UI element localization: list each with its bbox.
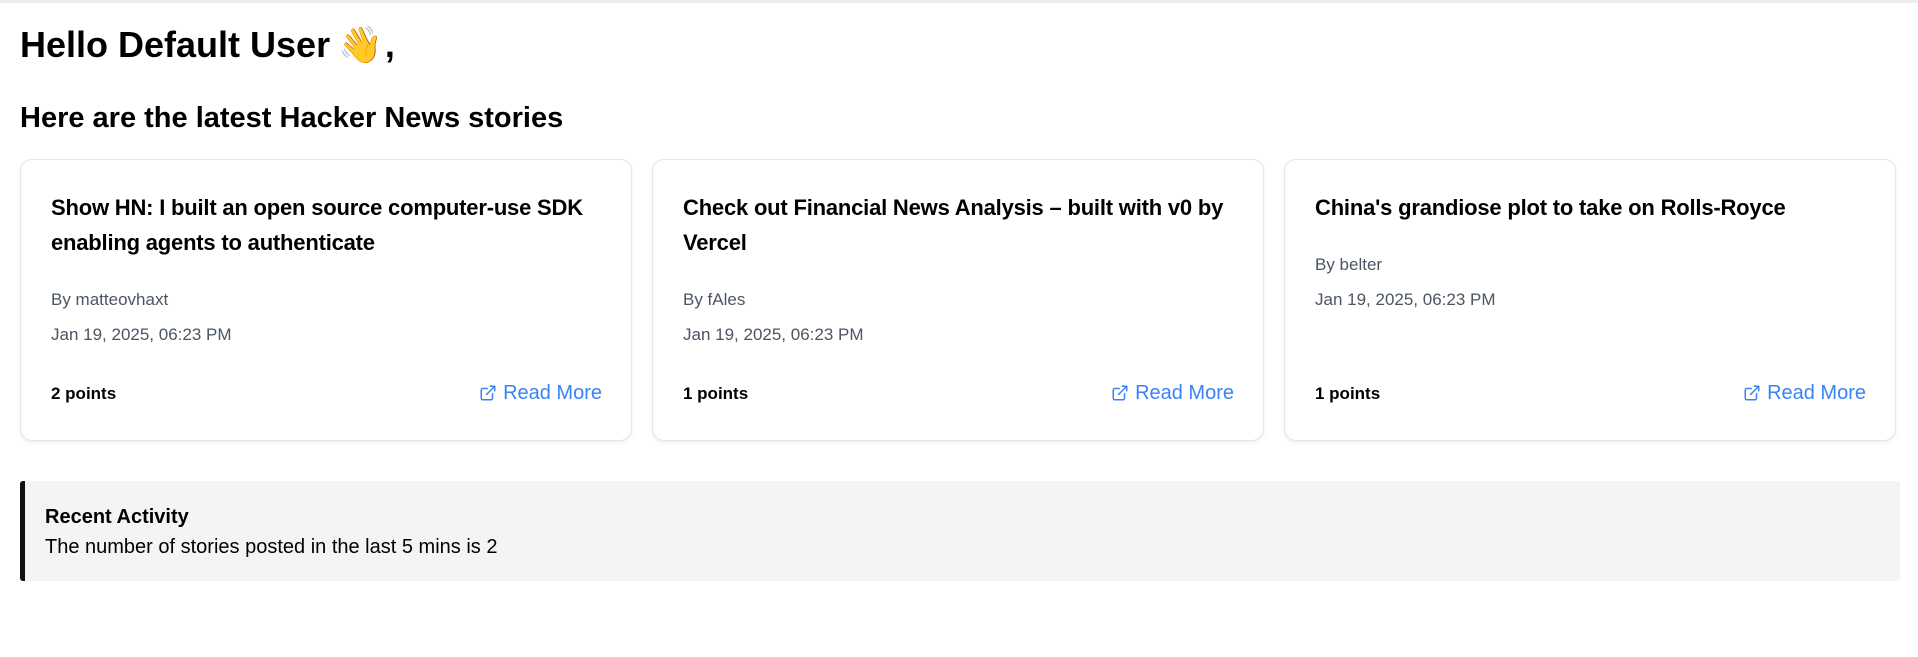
external-link-icon (1112, 385, 1128, 401)
external-link-icon (1744, 385, 1760, 401)
greeting-heading: Hello Default User 👋, (20, 23, 395, 68)
story-title: China's grandiose plot to take on Rolls-… (1315, 195, 1786, 220)
story-card: China's grandiose plot to take on Rolls-… (1284, 159, 1896, 441)
story-date: Jan 19, 2025, 06:23 PM (683, 325, 864, 344)
greeting-suffix: , (384, 24, 395, 65)
story-author: By matteovhaxt (51, 290, 169, 309)
recent-activity-panel: Recent Activity The number of stories po… (20, 481, 1900, 581)
story-points: 1 points (1315, 384, 1381, 403)
story-card: Show HN: I built an open source computer… (20, 159, 632, 441)
read-more-link[interactable]: Read More (479, 381, 602, 405)
story-date: Jan 19, 2025, 06:23 PM (1315, 290, 1496, 309)
top-divider (0, 0, 1918, 3)
read-more-label: Read More (1767, 382, 1866, 404)
story-title: Check out Financial News Analysis – buil… (683, 195, 1224, 255)
story-date: Jan 19, 2025, 06:23 PM (51, 325, 232, 344)
story-points: 1 points (683, 384, 749, 403)
greeting-text: Hello Default User (20, 24, 331, 65)
read-more-label: Read More (503, 382, 602, 404)
story-author: By belter (1315, 255, 1383, 274)
story-author: By fAles (683, 290, 746, 309)
read-more-link[interactable]: Read More (1111, 381, 1234, 405)
story-points: 2 points (51, 384, 117, 403)
read-more-link[interactable]: Read More (1743, 381, 1866, 405)
recent-activity-message: The number of stories posted in the last… (45, 536, 498, 558)
page-subtitle: Here are the latest Hacker News stories (20, 102, 564, 134)
read-more-label: Read More (1135, 382, 1234, 404)
story-card: Check out Financial News Analysis – buil… (652, 159, 1264, 441)
external-link-icon (480, 385, 496, 401)
story-title: Show HN: I built an open source computer… (51, 195, 583, 255)
recent-activity-title: Recent Activity (45, 506, 189, 528)
story-card-list: Show HN: I built an open source computer… (20, 159, 1896, 441)
waving-hand-emoji: 👋 (338, 25, 383, 66)
